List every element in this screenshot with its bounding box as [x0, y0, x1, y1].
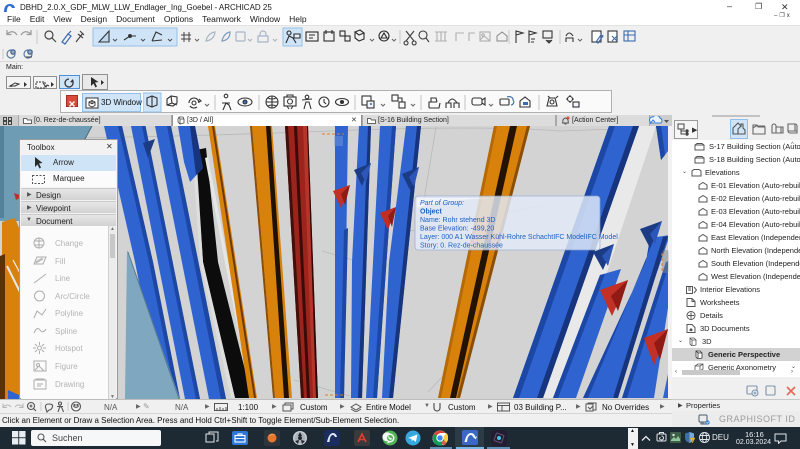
svg-text:Object: Object: [420, 209, 442, 216]
svg-text:Layer: 000 A1 Wasser Kühl-Rohr: Layer: 000 A1 Wasser Kühl-Rohre SchachtI…: [420, 234, 618, 241]
svg-text:!: !: [692, 438, 693, 443]
svg-text:Part of Group:: Part of Group:: [420, 200, 464, 207]
svg-text:Name: Rohr stehend 3D: Name: Rohr stehend 3D: [420, 217, 495, 224]
svg-text:Base Elevation: -499,20: Base Elevation: -499,20: [420, 226, 494, 233]
svg-text:Story: 0. Rez-de-chaussée: Story: 0. Rez-de-chaussée: [420, 243, 503, 250]
